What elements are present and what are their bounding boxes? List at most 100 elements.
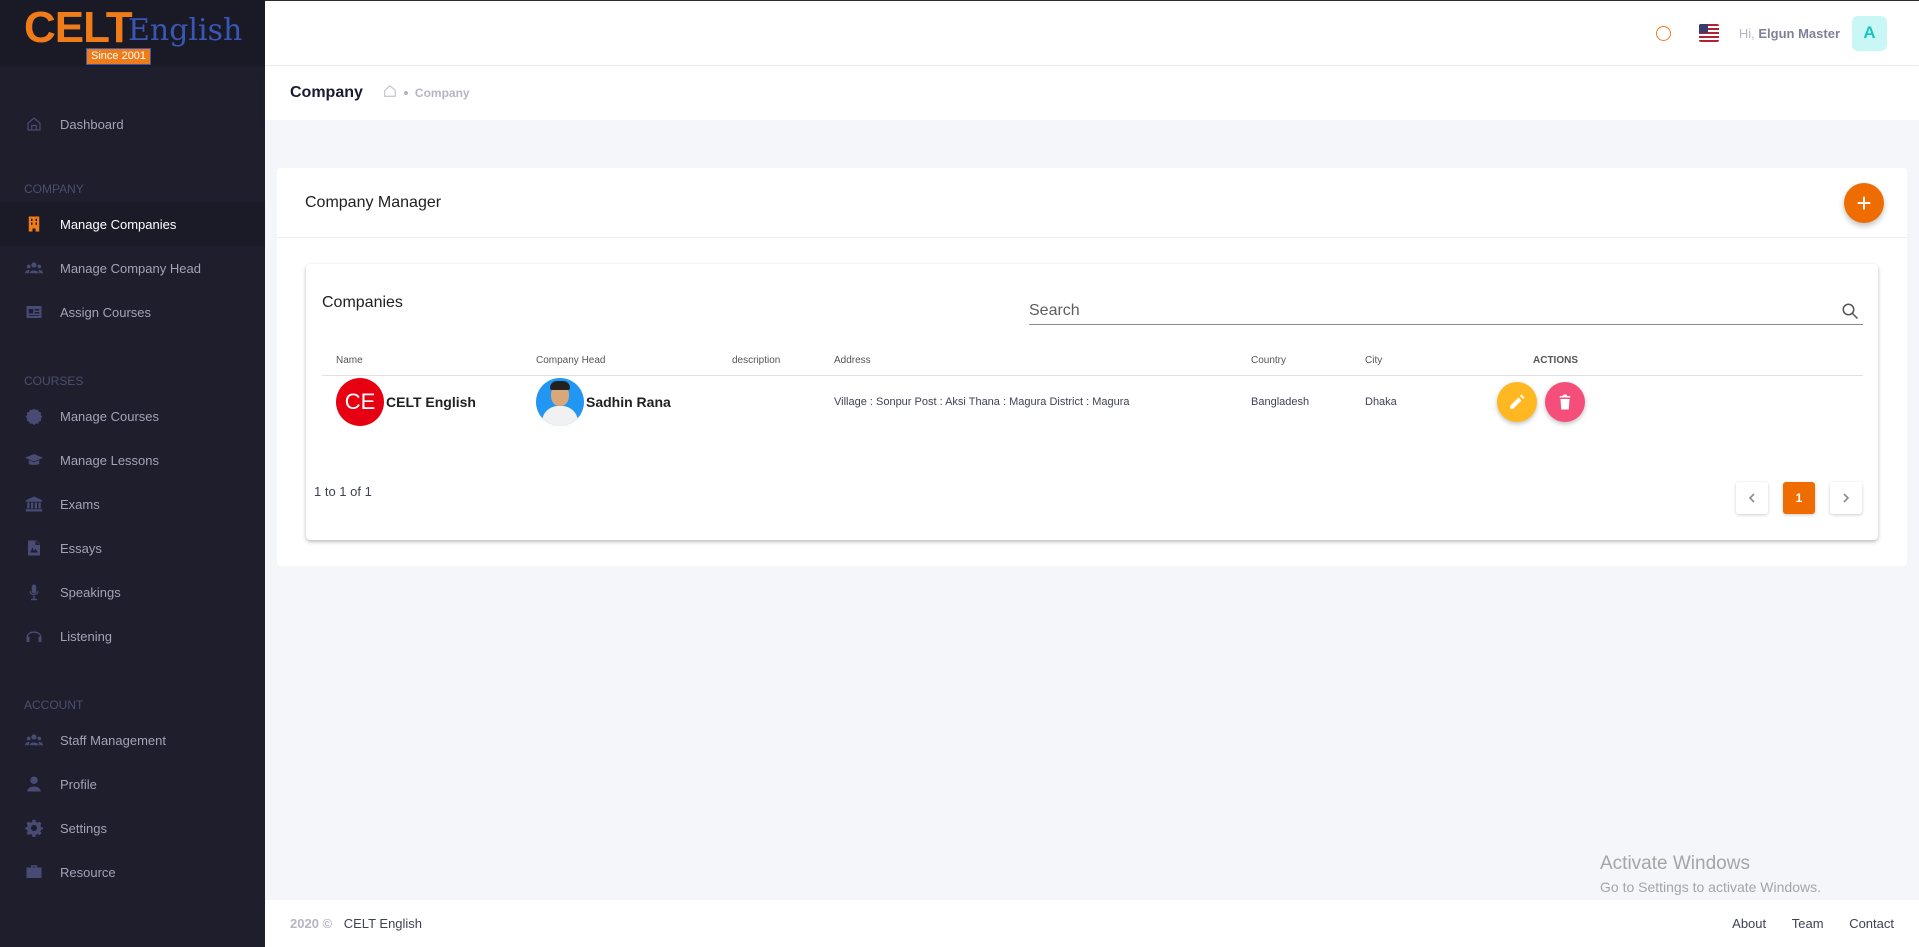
sidebar-item-label: Manage Courses xyxy=(60,408,159,424)
companies-table-card: Companies Name Company Head description … xyxy=(306,264,1878,540)
sidebar-item-profile[interactable]: Profile xyxy=(0,762,265,806)
activate-windows-watermark: Activate Windows Go to Settings to activ… xyxy=(1600,853,1821,895)
footer-link-about[interactable]: About xyxy=(1732,916,1766,931)
status-circle-icon[interactable] xyxy=(1655,25,1671,41)
pencil-icon xyxy=(1510,394,1525,409)
sidebar-item-label: Speakings xyxy=(60,584,121,600)
briefcase-icon xyxy=(24,862,44,882)
cell-city: Dhaka xyxy=(1365,396,1397,408)
graduation-cap-icon xyxy=(24,450,44,470)
search-input[interactable] xyxy=(1029,293,1819,320)
certificate-icon xyxy=(24,406,44,426)
subheader: Company Company xyxy=(265,66,1919,120)
edit-button[interactable] xyxy=(1497,382,1537,422)
column-header-address[interactable]: Address xyxy=(834,355,871,366)
avatar[interactable]: A xyxy=(1852,15,1887,51)
page-button-current[interactable]: 1 xyxy=(1783,482,1815,514)
column-header-description[interactable]: description xyxy=(732,355,780,366)
brand-area: CELT English Since 2001 xyxy=(0,0,265,66)
sidebar-item-speakings[interactable]: Speakings xyxy=(0,570,265,614)
logo-main-text: CELT xyxy=(24,3,133,52)
sidebar-item-manage-company-head[interactable]: Manage Company Head xyxy=(0,246,265,290)
footer-links: About Team Contact xyxy=(1710,916,1894,931)
next-page-button[interactable] xyxy=(1830,482,1862,514)
table-row[interactable]: CE CELT English Sadhin Rana Village : So… xyxy=(322,377,1863,427)
building-icon xyxy=(24,214,44,234)
sidebar-item-label: Essays xyxy=(60,540,102,556)
sidebar-item-label: Manage Companies xyxy=(60,216,177,232)
sidebar-item-settings[interactable]: Settings xyxy=(0,806,265,850)
user-icon xyxy=(24,774,44,794)
sidebar-item-listening[interactable]: Listening xyxy=(0,614,265,658)
sidebar-item-assign-courses[interactable]: Assign Courses xyxy=(0,290,265,334)
sidebar-item-label: Dashboard xyxy=(60,116,124,132)
chevron-left-icon xyxy=(1748,493,1755,503)
sidebar-item-label: Staff Management xyxy=(60,732,166,748)
footer-brand-link[interactable]: CELT English xyxy=(344,916,422,931)
footer: 2020 © CELT English About Team Contact xyxy=(265,900,1919,947)
breadcrumb[interactable]: Company xyxy=(415,86,470,100)
company-head-avatar xyxy=(536,378,584,426)
logo-sub-text: English xyxy=(128,13,243,48)
company-name: CELT English xyxy=(386,394,476,410)
card-header: Company Manager + xyxy=(277,168,1907,238)
delete-button[interactable] xyxy=(1545,382,1585,422)
sidebar-nav: Dashboard COMPANY Manage Companies Manag… xyxy=(0,66,265,894)
company-head-name: Sadhin Rana xyxy=(586,394,671,410)
sidebar-item-staff-management[interactable]: Staff Management xyxy=(0,718,265,762)
sidebar-item-exams[interactable]: Exams xyxy=(0,482,265,526)
footer-link-team[interactable]: Team xyxy=(1792,916,1824,931)
sidebar-item-dashboard[interactable]: Dashboard xyxy=(0,102,265,146)
microphone-icon xyxy=(24,582,44,602)
table-title: Companies xyxy=(322,294,403,311)
cell-actions xyxy=(1497,377,1585,427)
plus-icon: + xyxy=(1856,187,1872,218)
university-icon xyxy=(24,494,44,514)
cell-address: Village : Sonpur Post : Aksi Thana : Mag… xyxy=(834,396,1130,408)
sidebar-item-label: Listening xyxy=(60,628,113,644)
id-card-icon xyxy=(24,302,44,322)
sidebar-item-label: Settings xyxy=(60,820,107,836)
main-content: Company Manager + Companies Name Company… xyxy=(265,120,1919,900)
sidebar-item-label: Exams xyxy=(60,496,100,512)
sidebar-item-resource[interactable]: Resource xyxy=(0,850,265,894)
sidebar-item-manage-companies[interactable]: Manage Companies xyxy=(0,202,265,246)
search-icon[interactable] xyxy=(1841,296,1863,319)
home-icon xyxy=(24,114,44,134)
us-flag-icon[interactable] xyxy=(1698,24,1719,42)
logo-since-text: Since 2001 xyxy=(86,48,152,65)
column-header-country[interactable]: Country xyxy=(1251,355,1286,366)
file-pdf-icon xyxy=(24,538,44,558)
celt-logo[interactable]: CELT English Since 2001 xyxy=(24,3,243,65)
users-icon xyxy=(24,258,44,278)
sidebar-item-label: Assign Courses xyxy=(60,304,152,320)
column-header-name[interactable]: Name xyxy=(336,355,363,366)
company-badge: CE xyxy=(336,378,384,426)
sidebar-section-company: COMPANY xyxy=(24,182,84,196)
sidebar-item-essays[interactable]: Essays xyxy=(0,526,265,570)
home-icon[interactable] xyxy=(383,84,397,103)
column-header-city[interactable]: City xyxy=(1365,355,1382,366)
sidebar-item-manage-courses[interactable]: Manage Courses xyxy=(0,394,265,438)
column-header-actions: ACTIONS xyxy=(1533,355,1578,366)
watermark-title: Activate Windows xyxy=(1600,853,1750,874)
company-manager-card: Company Manager + Companies Name Company… xyxy=(277,168,1907,566)
pagination-range: 1 to 1 of 1 xyxy=(314,484,372,499)
user-name: Elgun Master xyxy=(1758,25,1840,41)
pagination: 1 xyxy=(1721,482,1862,514)
user-greeting[interactable]: Hi, Elgun Master xyxy=(1739,26,1840,41)
table-header: Name Company Head description Address Co… xyxy=(322,346,1863,376)
headphones-icon xyxy=(24,626,44,646)
trash-icon xyxy=(1559,394,1571,410)
add-company-button[interactable]: + xyxy=(1844,182,1884,223)
sidebar: CELT English Since 2001 Dashboard COMPAN… xyxy=(0,0,265,947)
search-box xyxy=(1029,289,1863,325)
footer-link-contact[interactable]: Contact xyxy=(1849,916,1894,931)
sidebar-item-manage-lessons[interactable]: Manage Lessons xyxy=(0,438,265,482)
cell-company-head: Sadhin Rana xyxy=(536,377,671,427)
prev-page-button[interactable] xyxy=(1736,482,1768,514)
column-header-company-head[interactable]: Company Head xyxy=(536,355,605,366)
users-icon xyxy=(24,730,44,750)
sidebar-section-courses: COURSES xyxy=(24,374,84,388)
watermark-subtitle: Go to Settings to activate Windows. xyxy=(1600,879,1821,895)
